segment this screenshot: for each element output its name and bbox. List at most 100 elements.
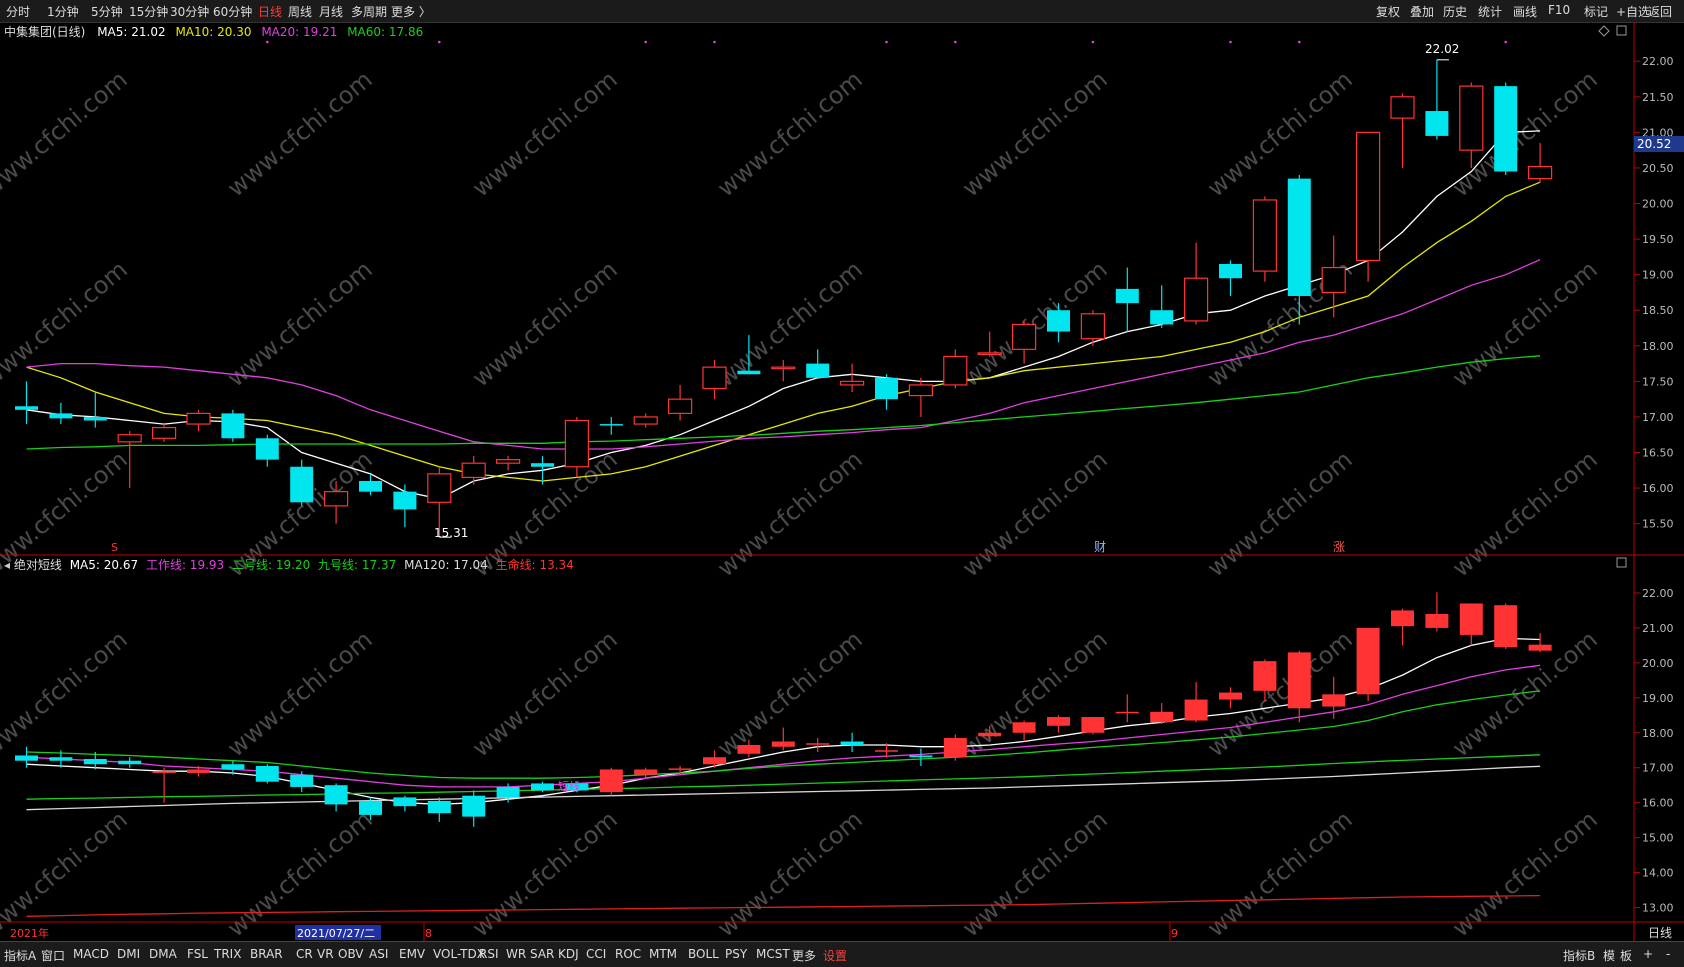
sub-candle[interactable] bbox=[943, 734, 967, 761]
sub-candle[interactable] bbox=[255, 764, 279, 784]
indicator-tab-22[interactable]: PSY bbox=[725, 947, 747, 961]
main-candle[interactable] bbox=[839, 363, 865, 393]
sub-candle[interactable] bbox=[118, 757, 142, 768]
main-candle[interactable] bbox=[221, 409, 245, 442]
indicator-tab-19[interactable]: ROC bbox=[615, 947, 641, 961]
sub-candle[interactable] bbox=[1425, 592, 1449, 632]
sub-candle[interactable] bbox=[393, 795, 417, 812]
sub-candle[interactable] bbox=[324, 783, 348, 812]
main-candle[interactable] bbox=[15, 381, 38, 425]
event-marker-zhang[interactable]: 涨 bbox=[1333, 539, 1345, 554]
main-candle[interactable] bbox=[943, 349, 968, 389]
main-candle[interactable] bbox=[1425, 59, 1449, 140]
instrument-title[interactable]: 中集集团(日线) bbox=[4, 25, 85, 39]
bottom-right-button-1[interactable]: 模 bbox=[1603, 947, 1615, 964]
bottom-right-button-4[interactable]: - bbox=[1666, 947, 1670, 961]
indicator-tab-17[interactable]: KDJ bbox=[558, 947, 579, 961]
sub-candle[interactable] bbox=[1494, 603, 1518, 649]
main-candle[interactable] bbox=[393, 484, 417, 528]
sub-candle[interactable] bbox=[909, 748, 933, 766]
main-candle[interactable] bbox=[908, 377, 934, 417]
event-marker-cai[interactable]: 财 bbox=[1094, 540, 1106, 554]
main-candle[interactable] bbox=[1219, 260, 1242, 296]
indicator-tab-24[interactable]: 更多 bbox=[792, 947, 816, 964]
indicator-tab-4[interactable]: DMA bbox=[149, 947, 177, 961]
event-marker-s[interactable]: S bbox=[111, 541, 118, 554]
indicator-tab-11[interactable]: ASI bbox=[369, 947, 388, 961]
indicator-tab-21[interactable]: BOLL bbox=[688, 947, 719, 961]
sub-candle[interactable] bbox=[1356, 627, 1380, 702]
main-candle[interactable] bbox=[1321, 235, 1346, 318]
main-candle[interactable] bbox=[1527, 143, 1553, 183]
main-candle[interactable] bbox=[1150, 285, 1174, 329]
sub-candle[interactable] bbox=[462, 790, 486, 827]
sub-candle[interactable] bbox=[1081, 717, 1105, 735]
indicator-tab-18[interactable]: CCI bbox=[586, 947, 606, 961]
collapse-icon[interactable]: ◂ bbox=[4, 558, 10, 572]
sub-candle[interactable] bbox=[599, 767, 623, 796]
sub-candle[interactable] bbox=[1219, 687, 1242, 709]
main-candle[interactable] bbox=[1080, 310, 1106, 346]
main-candle[interactable] bbox=[83, 392, 107, 428]
main-candle[interactable] bbox=[290, 459, 314, 506]
bottom-right-button-3[interactable]: + bbox=[1643, 947, 1653, 961]
sub-candle[interactable] bbox=[1115, 694, 1139, 723]
main-candle[interactable] bbox=[667, 384, 693, 421]
indicator-tab-5[interactable]: FSL bbox=[187, 947, 208, 961]
sub-candle[interactable] bbox=[1047, 715, 1070, 733]
sub-indicator-title[interactable]: 绝对短线 bbox=[14, 558, 62, 572]
sub-candle[interactable] bbox=[1184, 682, 1208, 723]
main-candle[interactable] bbox=[496, 456, 521, 471]
main-candle[interactable] bbox=[633, 413, 658, 428]
main-candle[interactable] bbox=[49, 402, 73, 425]
sub-candle[interactable] bbox=[1391, 608, 1414, 646]
sub-candle[interactable] bbox=[427, 797, 451, 822]
main-candle[interactable] bbox=[1252, 196, 1278, 282]
indicator-tab-2[interactable]: MACD bbox=[73, 947, 109, 961]
indicator-tab-25[interactable]: 设置 bbox=[823, 947, 847, 964]
main-candle[interactable] bbox=[461, 456, 486, 485]
sub-candle[interactable] bbox=[771, 727, 795, 751]
window-icon-sub[interactable] bbox=[1616, 557, 1627, 568]
indicator-tab-1[interactable]: 窗口 bbox=[41, 947, 65, 964]
main-candle[interactable] bbox=[186, 409, 211, 432]
indicator-tab-3[interactable]: DMI bbox=[117, 947, 140, 961]
main-candle[interactable] bbox=[875, 374, 898, 410]
indicator-tab-15[interactable]: WR bbox=[506, 947, 526, 961]
indicator-tab-6[interactable]: TRIX bbox=[214, 947, 241, 961]
indicator-tab-0[interactable]: 指标A bbox=[4, 947, 36, 964]
main-candle[interactable] bbox=[152, 424, 177, 442]
sub-candle[interactable] bbox=[1287, 650, 1311, 723]
main-candle[interactable] bbox=[255, 434, 279, 467]
diamond-icon[interactable] bbox=[1598, 25, 1610, 37]
indicator-tab-12[interactable]: EMV bbox=[399, 947, 425, 961]
date-axis-month-sep: 9 bbox=[1171, 927, 1178, 940]
indicator-tab-14[interactable]: RSI bbox=[479, 947, 499, 961]
sub-candle[interactable] bbox=[806, 738, 830, 752]
main-candle[interactable] bbox=[1115, 267, 1139, 332]
sub-candle[interactable] bbox=[1012, 720, 1036, 742]
indicator-tab-23[interactable]: MCST bbox=[756, 947, 790, 961]
sub-candle[interactable] bbox=[1150, 703, 1174, 725]
main-candle[interactable] bbox=[771, 360, 796, 382]
indicator-tab-20[interactable]: MTM bbox=[649, 947, 677, 961]
bottom-right-button-0[interactable]: 指标B bbox=[1563, 947, 1595, 964]
indicator-tab-16[interactable]: SAR bbox=[530, 947, 554, 961]
indicator-tab-13[interactable]: VOL-TDX bbox=[433, 947, 485, 961]
window-icon[interactable] bbox=[1616, 25, 1627, 36]
kline-chart[interactable]: www.cfchi.com www.cfchi.com www.cfchi.com w… bbox=[0, 0, 1684, 941]
sub-candle[interactable] bbox=[1459, 603, 1483, 646]
indicator-tab-7[interactable]: BRAR bbox=[250, 947, 283, 961]
bottom-right-button-2[interactable]: 板 bbox=[1620, 947, 1632, 964]
indicator-tab-9[interactable]: VR bbox=[317, 947, 334, 961]
indicator-tab-10[interactable]: OBV bbox=[338, 947, 364, 961]
main-candle[interactable] bbox=[1355, 131, 1381, 282]
indicator-tab-8[interactable]: CR bbox=[296, 947, 313, 961]
main-candle[interactable] bbox=[1183, 242, 1209, 325]
sub-candle[interactable] bbox=[840, 732, 864, 752]
main-candle[interactable] bbox=[1494, 82, 1518, 176]
main-candle[interactable] bbox=[1390, 93, 1415, 168]
sub-candle[interactable] bbox=[1528, 633, 1552, 653]
main-candle[interactable] bbox=[806, 349, 830, 378]
main-candle[interactable] bbox=[599, 416, 623, 435]
